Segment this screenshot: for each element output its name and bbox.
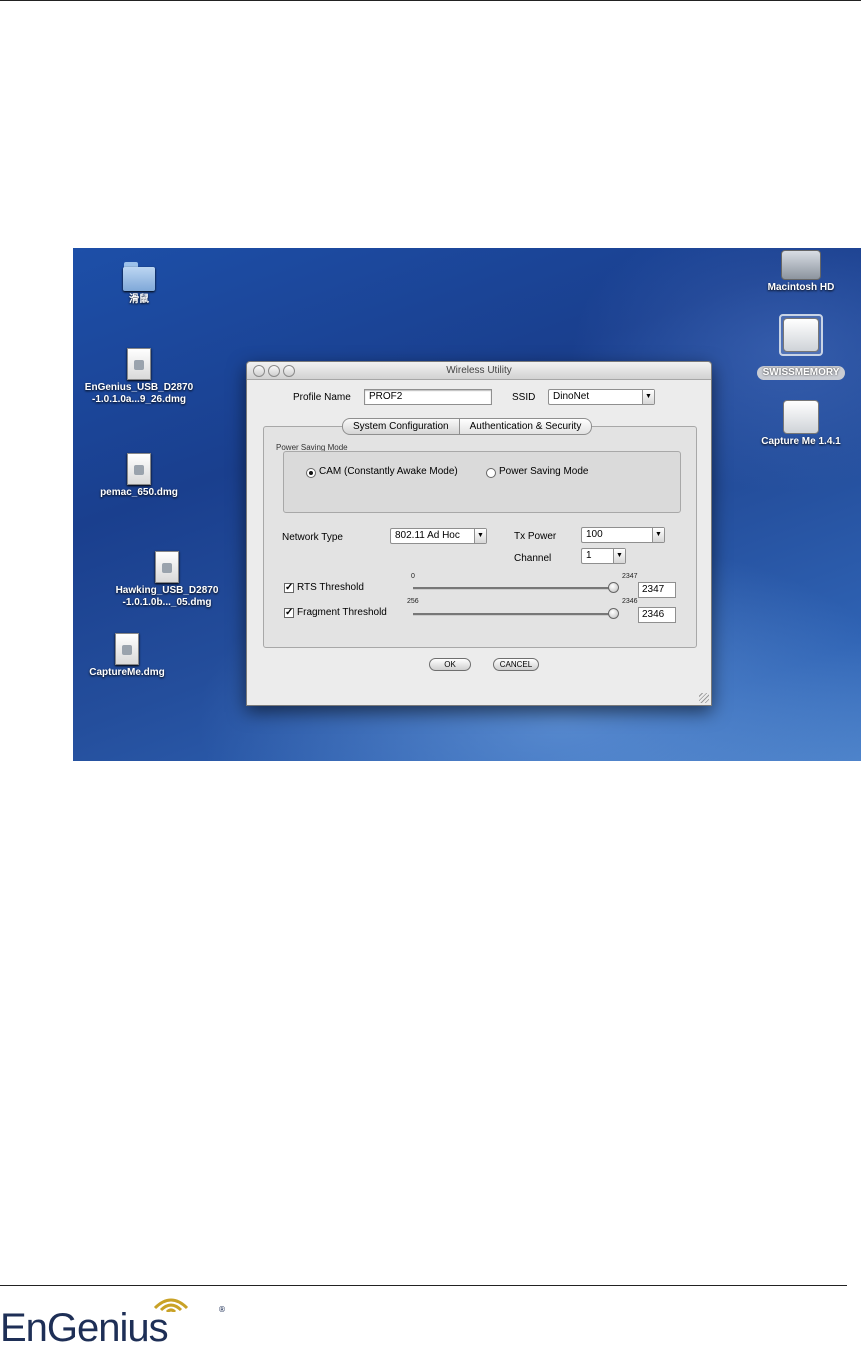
engenius-logo: EnGenius — [0, 1306, 169, 1350]
ssid-label: SSID — [512, 392, 536, 403]
chevron-down-icon: ▼ — [652, 528, 664, 542]
channel-value: 1 — [586, 550, 592, 561]
cancel-button[interactable]: CANCEL — [493, 658, 539, 671]
network-type-select[interactable]: 802.11 Ad Hoc ▼ — [390, 528, 487, 544]
ok-button[interactable]: OK — [429, 658, 471, 671]
tab-bar: System Configuration Authentication & Se… — [342, 418, 593, 435]
desktop-icon-label: EnGenius_USB_D2870 -1.0.1.0a...9_26.dmg — [84, 382, 194, 405]
dmg-icon — [127, 348, 151, 380]
window-title: Wireless Utility — [446, 365, 512, 376]
chevron-down-icon: ▼ — [642, 390, 654, 404]
desktop-icon-pemac-dmg[interactable]: pemac_650.dmg — [79, 453, 199, 499]
fragment-slider-knob[interactable] — [608, 608, 619, 619]
ssid-value: DinoNet — [553, 391, 590, 402]
fragment-value-field[interactable]: 2346 — [638, 607, 676, 623]
hard-drive-icon — [781, 250, 821, 280]
usb-drive-icon — [783, 318, 819, 352]
profile-name-field[interactable]: PROF2 — [364, 389, 492, 405]
top-rule — [0, 0, 861, 1]
channel-select[interactable]: 1 ▼ — [581, 548, 626, 564]
fragment-threshold-checkbox[interactable]: ✓ — [284, 608, 294, 618]
desktop-icon-macintosh-hd[interactable]: Macintosh HD — [741, 250, 861, 294]
fragment-min-label: 256 — [407, 598, 419, 605]
fragment-max-label: 2346 — [622, 598, 638, 605]
dmg-icon — [115, 633, 139, 665]
desktop-icon-label: Macintosh HD — [767, 282, 835, 293]
resize-grip-icon[interactable] — [699, 693, 709, 703]
wireless-utility-window: Wireless Utility Profile Name PROF2 SSID… — [246, 361, 712, 706]
desktop-icon-swissmemory[interactable]: SWISSMEMORY — [741, 314, 861, 380]
dmg-icon — [155, 551, 179, 583]
desktop-icon-captureme-dmg[interactable]: CaptureMe.dmg — [73, 633, 187, 679]
rts-value-field[interactable]: 2347 — [638, 582, 676, 598]
tx-power-select[interactable]: 100 ▼ — [581, 527, 665, 543]
profile-name-label: Profile Name — [293, 392, 351, 403]
network-type-label: Network Type — [282, 532, 343, 543]
rts-max-label: 2347 — [622, 573, 638, 580]
chevron-down-icon: ▼ — [613, 549, 625, 563]
folder-icon — [123, 262, 155, 292]
tab-panel: Power Saving Mode CAM (Constantly Awake … — [263, 426, 697, 648]
desktop-icon-label: SWISSMEMORY — [756, 366, 846, 380]
rts-threshold-checkbox[interactable]: ✓ — [284, 583, 294, 593]
rts-min-label: 0 — [411, 573, 415, 580]
radio-power-saving-label: Power Saving Mode — [499, 466, 589, 477]
desktop-icon-engenius-dmg[interactable]: EnGenius_USB_D2870 -1.0.1.0a...9_26.dmg — [79, 348, 199, 406]
desktop-icon-label: Hawking_USB_D2870 -1.0.1.0b..._05.dmg — [115, 585, 219, 608]
ssid-select[interactable]: DinoNet ▼ — [548, 389, 655, 405]
radio-cam-label: CAM (Constantly Awake Mode) — [319, 466, 458, 477]
registered-mark: ® — [218, 1305, 226, 1314]
desktop-icon-label: pemac_650.dmg — [100, 487, 178, 498]
desktop-icon-hawking-dmg[interactable]: Hawking_USB_D2870 -1.0.1.0b..._05.dmg — [107, 551, 227, 609]
fragment-threshold-label: Fragment Threshold — [297, 607, 387, 618]
chevron-down-icon: ▼ — [474, 529, 486, 543]
desktop-icon-label: CaptureMe.dmg — [89, 667, 165, 678]
tx-power-label: Tx Power — [514, 531, 557, 542]
desktop-icon-capture-me[interactable]: Capture Me 1.4.1 — [741, 400, 861, 448]
power-saving-group: CAM (Constantly Awake Mode) Power Saving… — [283, 451, 681, 513]
title-bar[interactable]: Wireless Utility — [247, 362, 711, 380]
disk-image-drive-icon — [783, 400, 819, 434]
bottom-rule — [0, 1285, 847, 1286]
desktop-icon-folder[interactable]: 滑鼠 — [79, 262, 199, 306]
channel-label: Channel — [514, 553, 552, 564]
radio-cam[interactable] — [306, 468, 316, 478]
desktop-icon-label: 滑鼠 — [129, 294, 149, 305]
selection-highlight — [779, 314, 823, 356]
tab-system-configuration[interactable]: System Configuration — [342, 418, 460, 435]
rts-slider-knob[interactable] — [608, 582, 619, 593]
dmg-icon — [127, 453, 151, 485]
tx-power-value: 100 — [586, 529, 603, 540]
rts-slider-track[interactable] — [413, 587, 613, 590]
network-type-value: 802.11 Ad Hoc — [395, 530, 460, 541]
radio-power-saving[interactable] — [486, 468, 496, 478]
rts-threshold-label: RTS Threshold — [297, 582, 364, 593]
tab-authentication-security[interactable]: Authentication & Security — [459, 418, 593, 435]
fragment-slider-track[interactable] — [413, 613, 613, 616]
desktop-icon-label: Capture Me 1.4.1 — [761, 436, 841, 447]
